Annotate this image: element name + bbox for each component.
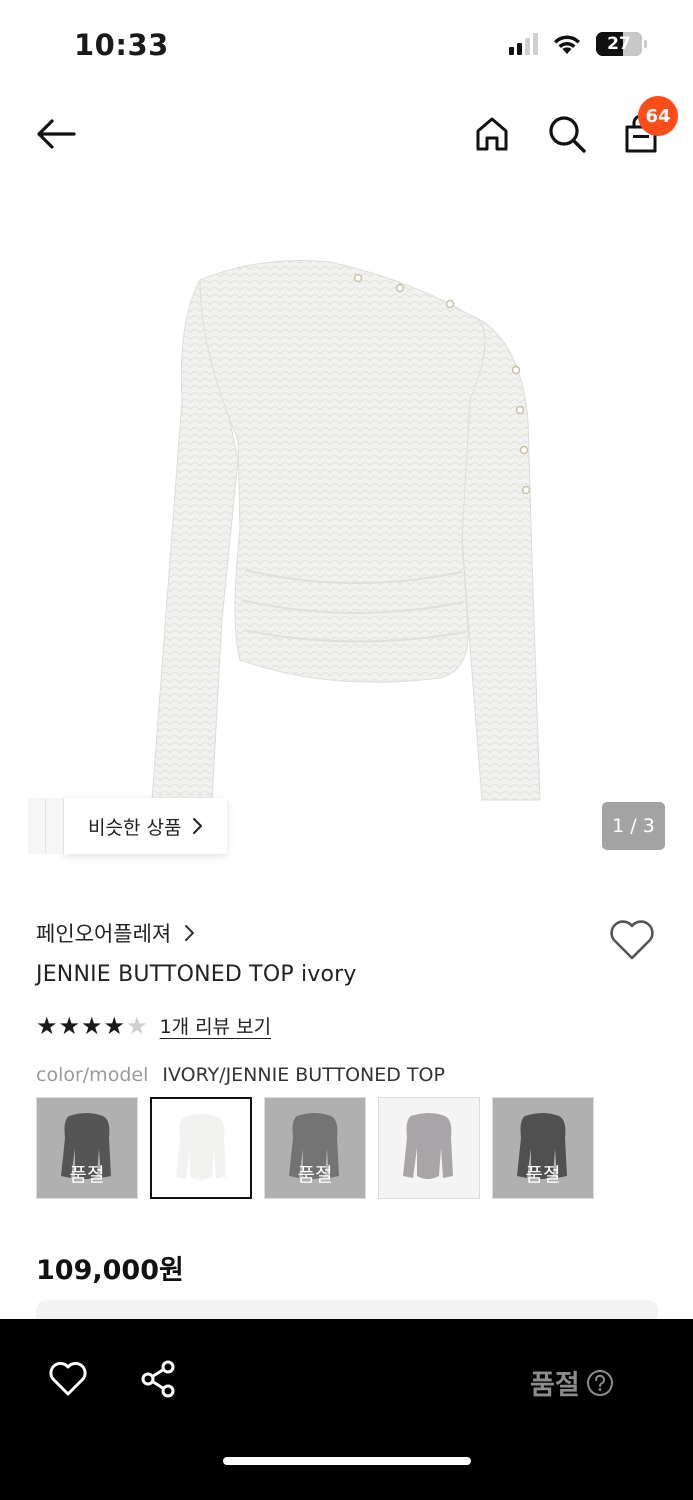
star-icon: ★ [103,1011,126,1040]
swatch-thumbnail [176,1114,226,1180]
product-name: JENNIE BUTTONED TOP ivory [36,962,357,987]
home-indicator [223,1457,471,1465]
color-swatches: 품절 품절 품절 [36,1097,594,1199]
chevron-right-icon [185,925,195,941]
status-time: 10:33 [74,28,169,62]
wishlist-button[interactable] [608,918,656,962]
heart-outline-icon [610,920,654,960]
rating-stars: ★ ★ ★ ★ ★ [36,1013,148,1039]
color-swatch[interactable]: 품절 [492,1097,594,1199]
star-icon: ★ [126,1011,148,1040]
brand-link[interactable]: 페인오어플레져 [36,918,195,948]
star-icon: ★ [36,1011,58,1040]
color-swatch[interactable]: 품절 [36,1097,138,1199]
color-swatch[interactable]: 품절 [264,1097,366,1199]
similar-products-button[interactable]: 비슷한 상품 [28,798,228,854]
sweater-illustration [151,260,541,801]
search-icon [549,116,586,153]
image-counter: 1 / 3 [602,802,665,850]
wifi-icon [554,35,580,54]
similar-products-label: 비슷한 상품 [88,816,182,839]
color-model-key: color/model [36,1064,149,1086]
product-price: 109,000원 [36,1255,184,1286]
bottom-wishlist-button[interactable] [48,1359,88,1399]
cart-count-badge: 64 [638,96,678,136]
star-icon: ★ [81,1011,103,1040]
help-icon[interactable] [586,1369,614,1397]
heart-icon [49,1361,87,1396]
soldout-button[interactable]: 품절 [530,1363,614,1402]
back-arrow-icon [37,119,76,149]
color-swatch[interactable] [378,1097,480,1199]
search-button[interactable] [543,110,591,158]
back-button[interactable] [32,110,80,158]
color-model-value: IVORY/JENNIE BUTTONED TOP [162,1064,445,1086]
top-nav [0,92,693,188]
swatch-thumbnail [403,1113,453,1179]
soldout-badge: 품절 [69,1164,105,1186]
status-icons: 27 [509,32,647,56]
review-link[interactable]: 1개 리뷰 보기 [160,1012,272,1039]
color-swatch[interactable] [150,1097,252,1199]
share-icon [141,1360,175,1398]
soldout-label: 품절 [530,1370,580,1401]
battery-level: 27 [607,34,631,54]
star-icon: ★ [58,1011,81,1040]
share-button[interactable] [139,1359,179,1399]
status-bar: 10:33 27 [0,0,693,92]
rating-row: ★ ★ ★ ★ ★ 1개 리뷰 보기 [36,1012,271,1039]
home-button[interactable] [468,110,516,158]
home-icon [476,117,508,151]
soldout-badge: 품절 [297,1164,333,1186]
chevron-right-icon [193,818,203,834]
soldout-badge: 품절 [525,1164,561,1186]
color-model-row: color/model IVORY/JENNIE BUTTONED TOP [36,1064,445,1086]
brand-name: 페인오어플레져 [36,922,172,946]
bottom-action-bar: 품절 [0,1319,693,1500]
signal-icon [509,33,538,55]
product-image[interactable] [0,200,693,880]
battery-icon: 27 [596,32,642,56]
similar-thumbnails [28,798,64,854]
